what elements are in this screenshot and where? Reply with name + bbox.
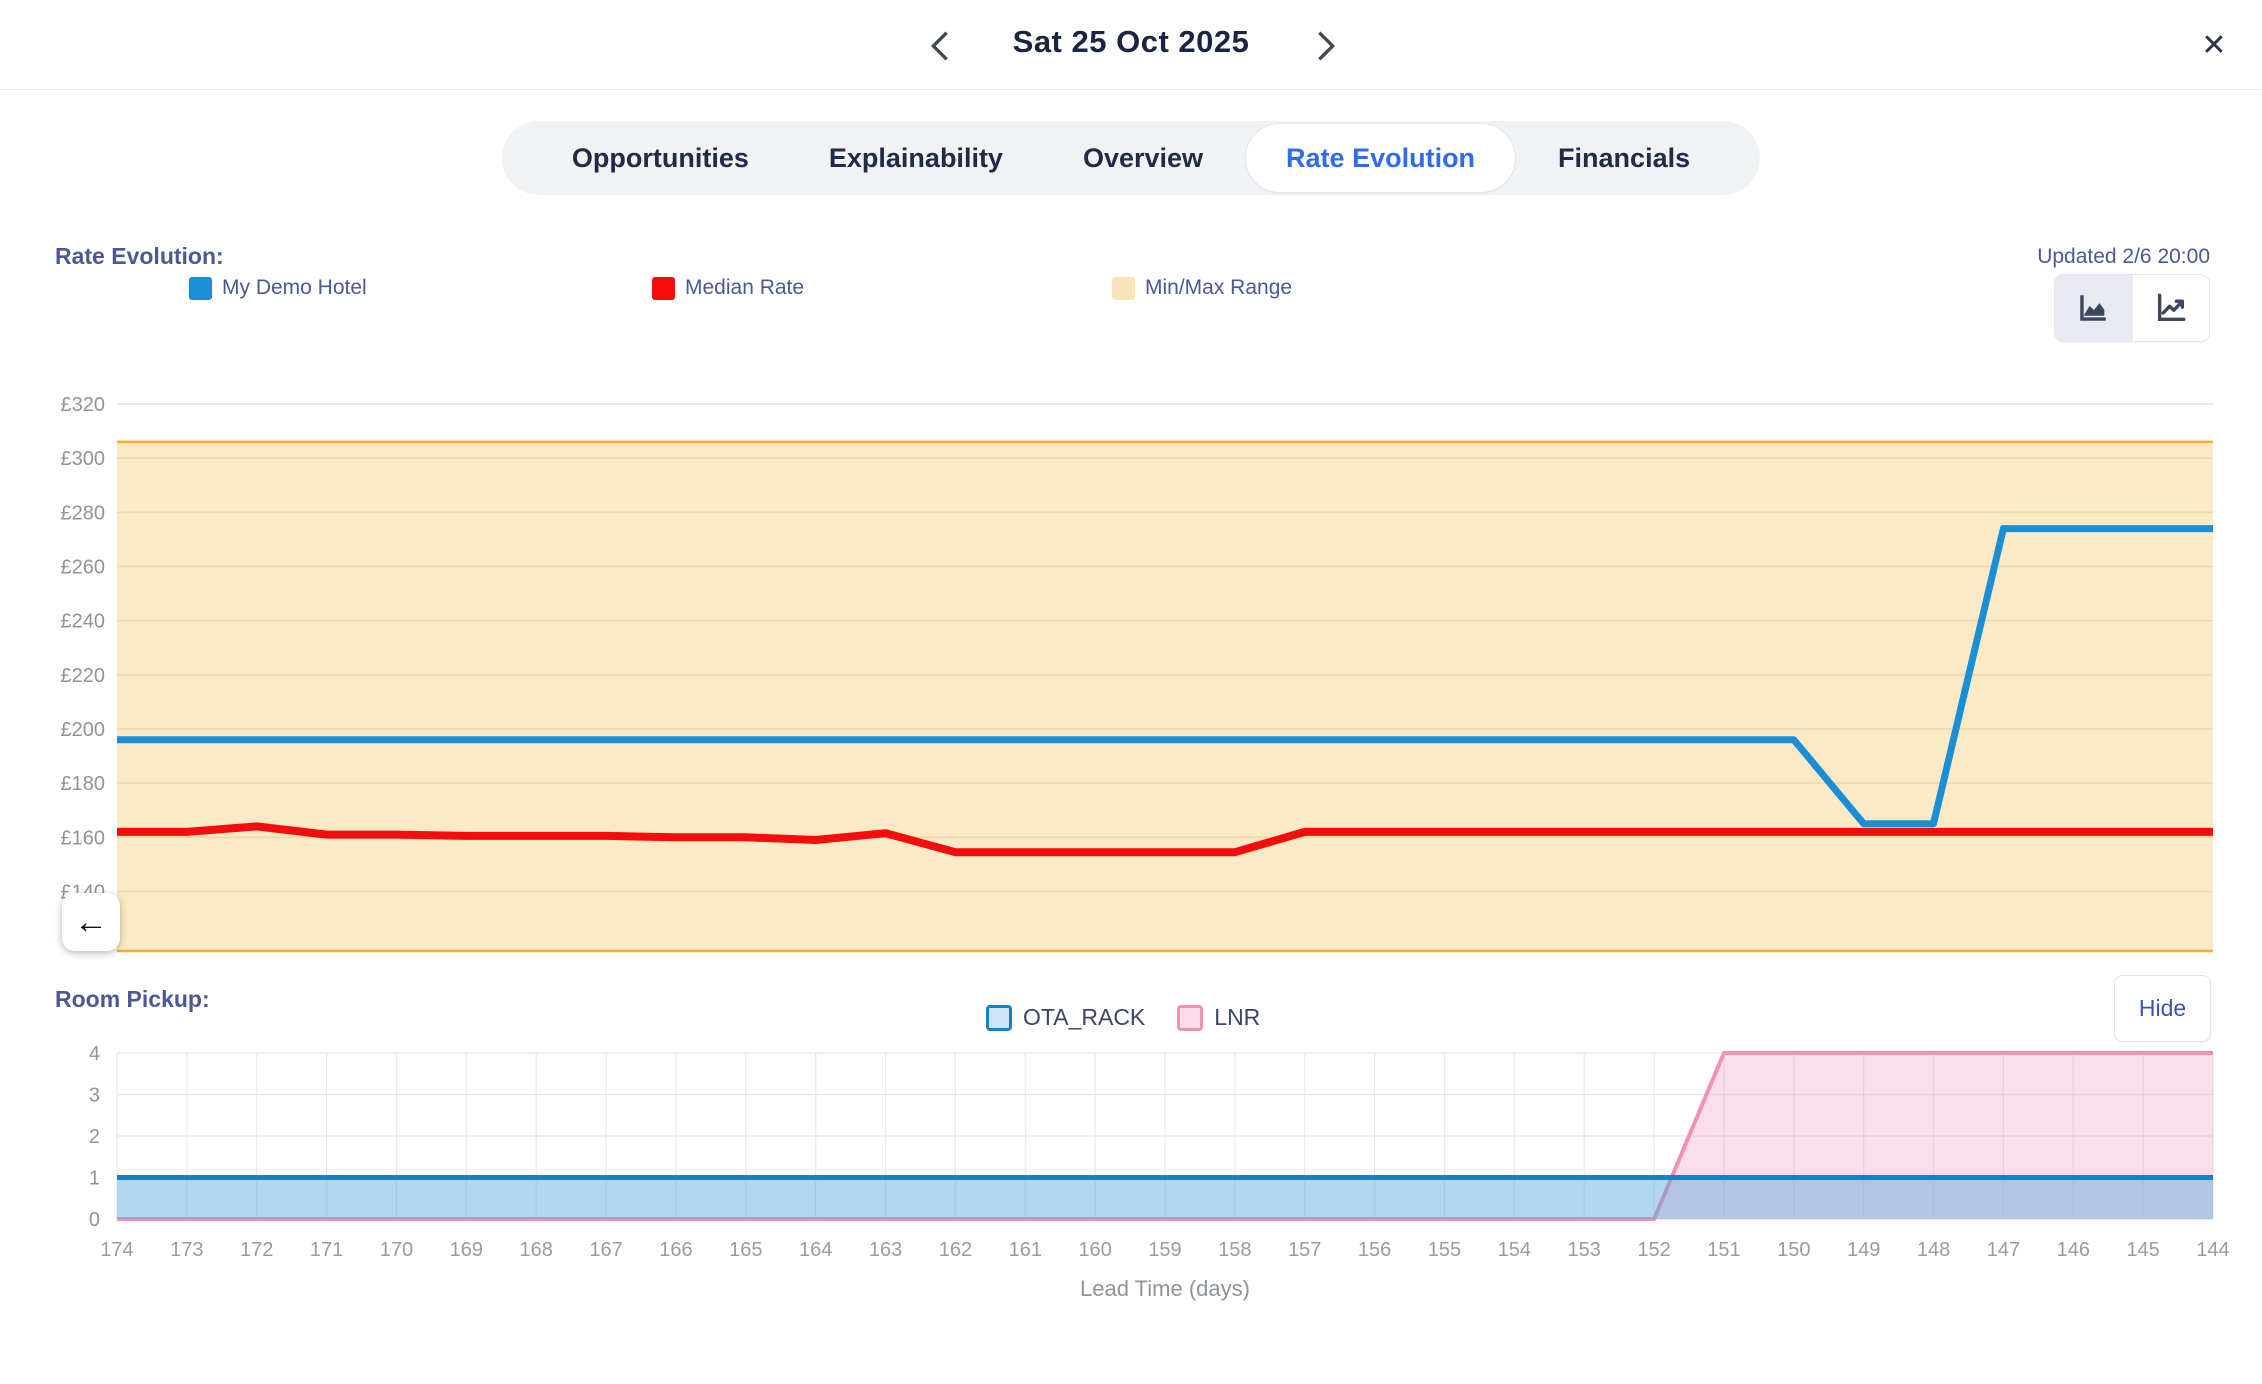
area-chart-toggle-button[interactable] (2055, 275, 2132, 341)
rate-evolution-chart[interactable]: £320£300£280£260£240£220£200£180£160£140 (0, 385, 2262, 985)
svg-text:£200: £200 (61, 719, 106, 741)
page-title: Sat 25 Oct 2025 (0, 24, 2262, 60)
next-day-button[interactable] (1306, 26, 1346, 66)
svg-text:157: 157 (1288, 1239, 1321, 1261)
chart-type-toggle (2054, 274, 2210, 342)
svg-text:165: 165 (729, 1239, 762, 1261)
svg-text:2: 2 (89, 1126, 100, 1148)
svg-text:151: 151 (1707, 1239, 1740, 1261)
close-icon[interactable]: ✕ (2192, 24, 2236, 68)
svg-text:4: 4 (89, 1043, 100, 1065)
line-chart-icon (2154, 291, 2188, 325)
legend-label: Median Rate (685, 276, 804, 300)
svg-text:£320: £320 (61, 394, 106, 416)
legend-item-median-rate: Median Rate (652, 276, 804, 300)
legend-swatch-median-rate (652, 277, 675, 300)
svg-text:159: 159 (1148, 1239, 1181, 1261)
svg-text:164: 164 (799, 1239, 832, 1261)
arrow-left-icon: ← (74, 903, 108, 942)
area-chart-icon (2076, 291, 2110, 325)
chevron-right-icon (1315, 31, 1337, 61)
top-bar: Sat 25 Oct 2025 ✕ (0, 0, 2262, 90)
svg-text:144: 144 (2196, 1239, 2229, 1261)
svg-text:161: 161 (1009, 1239, 1042, 1261)
svg-text:149: 149 (1847, 1239, 1880, 1261)
svg-text:169: 169 (450, 1239, 483, 1261)
x-axis-title: Lead Time (days) (117, 1276, 2213, 1302)
svg-text:0: 0 (89, 1209, 100, 1231)
svg-text:163: 163 (869, 1239, 902, 1261)
svg-text:168: 168 (520, 1239, 553, 1261)
svg-text:162: 162 (939, 1239, 972, 1261)
legend-label: OTA_RACK (1023, 1004, 1145, 1031)
svg-text:£280: £280 (61, 502, 106, 524)
hide-pickup-button[interactable]: Hide (2114, 975, 2211, 1042)
svg-text:156: 156 (1358, 1239, 1391, 1261)
svg-text:155: 155 (1428, 1239, 1461, 1261)
svg-text:147: 147 (1987, 1239, 2020, 1261)
svg-text:152: 152 (1637, 1239, 1670, 1261)
tab-financials[interactable]: Financials (1518, 121, 1730, 195)
legend-label: Min/Max Range (1145, 276, 1292, 300)
svg-text:£260: £260 (61, 556, 106, 578)
legend-swatch-lnr (1177, 1005, 1203, 1031)
svg-text:174: 174 (100, 1239, 133, 1261)
tab-bar: OpportunitiesExplainabilityOverviewRate … (502, 121, 1760, 195)
svg-text:1: 1 (89, 1168, 100, 1190)
svg-text:160: 160 (1078, 1239, 1111, 1261)
legend-swatch-my-demo-hotel (189, 277, 212, 300)
svg-text:£220: £220 (61, 665, 106, 687)
svg-text:148: 148 (1917, 1239, 1950, 1261)
line-chart-toggle-button[interactable] (2132, 275, 2210, 341)
rate-chart-legend: My Demo Hotel Median Rate Min/Max Range (117, 276, 1517, 306)
svg-text:146: 146 (2057, 1239, 2090, 1261)
svg-text:158: 158 (1218, 1239, 1251, 1261)
svg-text:166: 166 (659, 1239, 692, 1261)
tab-rate-evolution[interactable]: Rate Evolution (1245, 123, 1516, 193)
room-pickup-chart[interactable]: 0 1 2 3 4 174 173 172 171 170 169 168 167 166 165 164 16… (0, 1040, 2262, 1276)
room-pickup-section-title: Room Pickup: (55, 986, 210, 1013)
svg-text:3: 3 (89, 1085, 100, 1107)
svg-text:171: 171 (310, 1239, 343, 1261)
svg-text:153: 153 (1568, 1239, 1601, 1261)
tab-overview[interactable]: Overview (1043, 121, 1243, 195)
svg-text:170: 170 (380, 1239, 413, 1261)
legend-label: LNR (1214, 1004, 1260, 1031)
legend-swatch-ota-rack (986, 1005, 1012, 1031)
updated-timestamp: Updated 2/6 20:00 (2037, 245, 2210, 269)
svg-text:167: 167 (589, 1239, 622, 1261)
legend-item-my-demo-hotel: My Demo Hotel (189, 276, 367, 300)
svg-text:145: 145 (2126, 1239, 2159, 1261)
legend-item-lnr: LNR (1177, 1004, 1260, 1031)
legend-label: My Demo Hotel (222, 276, 367, 300)
svg-text:£300: £300 (61, 448, 106, 470)
svg-text:172: 172 (240, 1239, 273, 1261)
svg-text:£240: £240 (61, 611, 106, 633)
svg-text:£180: £180 (61, 773, 106, 795)
legend-swatch-min-max-range (1112, 277, 1135, 300)
legend-item-min-max-range: Min/Max Range (1112, 276, 1292, 300)
back-button[interactable]: ← (62, 893, 120, 951)
svg-text:£160: £160 (61, 827, 106, 849)
svg-text:173: 173 (170, 1239, 203, 1261)
rate-evolution-section-title: Rate Evolution: (55, 243, 224, 270)
tab-opportunities[interactable]: Opportunities (532, 121, 789, 195)
legend-item-ota-rack: OTA_RACK (986, 1004, 1145, 1031)
svg-text:150: 150 (1777, 1239, 1810, 1261)
pickup-chart-legend: OTA_RACK LNR (986, 1004, 1260, 1031)
svg-text:154: 154 (1498, 1239, 1531, 1261)
tab-explainability[interactable]: Explainability (789, 121, 1043, 195)
